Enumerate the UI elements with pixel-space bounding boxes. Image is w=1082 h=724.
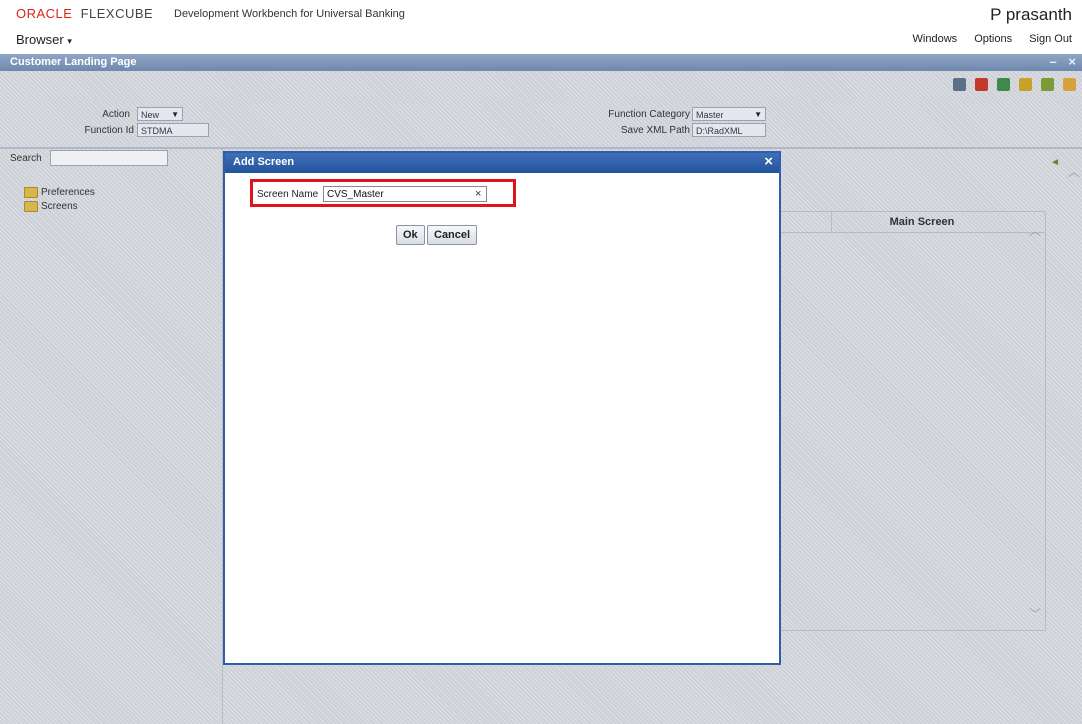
minimize-icon[interactable]: – [1050, 54, 1057, 69]
close-icon[interactable]: × [1068, 54, 1076, 69]
dialog-title: Add Screen [233, 156, 295, 168]
function-id-label: Function Id [84, 125, 134, 136]
header-form: Action New ▼ Function Id STDMA Function … [0, 101, 1082, 147]
tree: Preferences Screens [24, 185, 95, 213]
screen-name-input[interactable] [323, 186, 487, 202]
browser-menu[interactable]: Browser ▾ [16, 32, 72, 47]
dialog-title-bar: Add Screen × [225, 153, 779, 173]
folder-icon [24, 186, 38, 198]
toolbar [0, 71, 1082, 101]
expand-arrow-icon[interactable]: ◄ [1050, 157, 1060, 168]
screen-name-label: Screen Name [257, 189, 319, 200]
folder-icon [24, 200, 38, 212]
add-screen-dialog: Add Screen × Screen Name × Ok Cancel [223, 151, 781, 665]
chevron-down-icon: ▼ [754, 110, 762, 119]
ok-button[interactable]: Ok [396, 225, 425, 245]
main-screen-column-header: Main Screen [831, 212, 1012, 232]
function-category-value: Master [696, 110, 724, 120]
cancel-button[interactable]: Cancel [427, 225, 478, 245]
delete-icon[interactable] [975, 78, 988, 91]
chevron-down-icon: ▾ [67, 36, 72, 46]
tree-item-label: Preferences [41, 186, 95, 198]
save-xml-path-field[interactable]: D:\RadXML [692, 123, 766, 137]
scroll-down-icon[interactable]: ﹀ [1029, 605, 1041, 622]
action-select[interactable]: New ▼ [137, 107, 183, 121]
user-name: P prasanth [990, 5, 1072, 24]
panel-scroll-up-icon[interactable]: ︿ [1068, 163, 1080, 180]
exit-icon[interactable] [1063, 78, 1076, 91]
tree-item-screens[interactable]: Screens [24, 199, 95, 213]
workbench-title: Development Workbench for Universal Bank… [174, 8, 405, 20]
action-value: New [141, 110, 160, 120]
left-tree-panel: Search Preferences Screens [0, 149, 223, 724]
browser-menu-label: Browser [16, 32, 64, 47]
generate-icon[interactable] [1019, 78, 1032, 91]
action-label: Action [102, 109, 130, 120]
dialog-close-icon[interactable]: × [764, 153, 773, 170]
clear-input-icon[interactable]: × [475, 188, 481, 200]
deploy-icon[interactable] [1041, 78, 1054, 91]
chevron-down-icon: ▼ [171, 110, 179, 119]
window-title-bar: Customer Landing Page – × [0, 54, 1082, 71]
function-category-select[interactable]: Master ▼ [692, 107, 766, 121]
window-title: Customer Landing Page [10, 56, 137, 68]
function-category-label: Function Category [608, 109, 690, 120]
function-id-value: STDMA [141, 126, 173, 136]
save-icon[interactable] [953, 78, 966, 91]
sign-out-link[interactable]: Sign Out [1029, 33, 1072, 45]
oracle-flexcube-logo: ORACLE FLEXCUBE [16, 6, 154, 21]
top-links: Windows Options Sign Out [899, 33, 1072, 45]
list-icon[interactable] [997, 78, 1010, 91]
app-header: ORACLE FLEXCUBE Development Workbench fo… [0, 0, 1082, 54]
function-id-field[interactable]: STDMA [137, 123, 209, 137]
scroll-up-icon[interactable]: ︿ [1029, 222, 1041, 239]
tree-item-label: Screens [41, 200, 78, 212]
tree-item-preferences[interactable]: Preferences [24, 185, 95, 199]
search-label: Search [10, 153, 42, 164]
save-xml-path-label: Save XML Path [620, 125, 690, 136]
options-menu[interactable]: Options [974, 33, 1012, 45]
windows-menu[interactable]: Windows [913, 33, 958, 45]
save-xml-path-value: D:\RadXML [696, 126, 743, 136]
search-input[interactable] [50, 150, 168, 166]
